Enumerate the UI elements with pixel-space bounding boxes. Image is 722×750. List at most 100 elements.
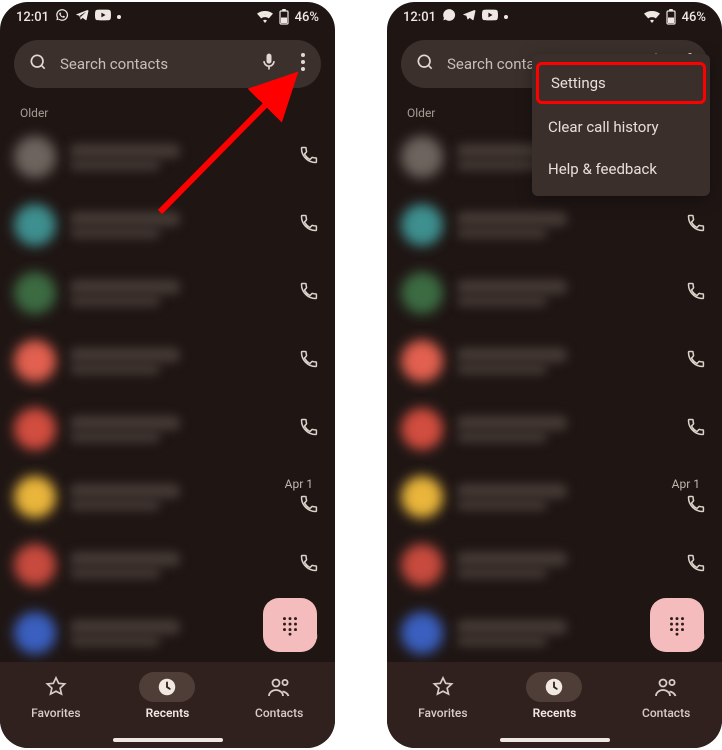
call-meta <box>70 552 279 578</box>
call-row[interactable] <box>395 260 714 326</box>
phone-icon[interactable] <box>686 349 706 373</box>
nav-contacts[interactable]: Contacts <box>234 672 324 720</box>
call-row[interactable] <box>395 192 714 258</box>
phone-screenshot-right: 12:01 46% Search contacts Older Apr 1 Se… <box>387 2 722 748</box>
phone-icon[interactable] <box>686 281 706 305</box>
youtube-icon <box>482 9 498 25</box>
whatsapp-icon <box>55 8 69 26</box>
contact-avatar <box>14 204 56 246</box>
bottom-nav: Favorites Recents Contacts <box>387 662 722 748</box>
dot-icon <box>504 15 508 19</box>
call-meta <box>70 620 279 646</box>
phone-icon[interactable] <box>686 553 706 577</box>
contact-avatar <box>14 612 56 654</box>
contact-avatar <box>401 340 443 382</box>
call-row[interactable] <box>8 396 327 462</box>
nav-favorites[interactable]: Favorites <box>398 672 488 720</box>
section-older: Older <box>0 98 335 124</box>
phone-icon[interactable] <box>299 494 319 518</box>
dialpad-fab[interactable] <box>650 598 704 652</box>
call-date: Apr 1 <box>285 477 313 491</box>
contact-avatar <box>401 476 443 518</box>
nav-recents[interactable]: Recents <box>509 672 599 720</box>
phone-icon[interactable] <box>299 213 319 237</box>
phone-icon[interactable] <box>686 417 706 441</box>
wifi-icon <box>644 11 660 23</box>
call-meta <box>70 348 279 374</box>
bottom-nav: Favorites Recents Contacts <box>0 662 335 748</box>
whatsapp-icon <box>442 8 456 26</box>
contact-avatar <box>401 408 443 450</box>
call-row[interactable] <box>8 532 327 598</box>
call-row[interactable] <box>395 396 714 462</box>
status-time: 12:01 <box>403 10 436 25</box>
youtube-icon <box>95 9 111 25</box>
battery-percent: 46% <box>682 10 706 25</box>
contact-avatar <box>14 544 56 586</box>
call-meta <box>70 484 279 510</box>
phone-icon[interactable] <box>299 349 319 373</box>
call-row[interactable]: Apr 1 <box>8 464 327 530</box>
call-meta <box>70 212 279 238</box>
contact-avatar <box>14 340 56 382</box>
phone-icon[interactable] <box>686 213 706 237</box>
call-date: Apr 1 <box>672 477 700 491</box>
contact-avatar <box>14 408 56 450</box>
mic-icon[interactable] <box>259 52 279 76</box>
dialpad-fab[interactable] <box>263 598 317 652</box>
menu-clear-history[interactable]: Clear call history <box>532 106 710 148</box>
call-meta <box>70 416 279 442</box>
call-row[interactable] <box>395 532 714 598</box>
call-meta <box>457 348 666 374</box>
search-placeholder: Search contacts <box>60 55 247 73</box>
telegram-icon <box>462 8 476 26</box>
phone-icon[interactable] <box>299 553 319 577</box>
contact-avatar <box>401 544 443 586</box>
search-bar[interactable]: Search contacts <box>14 40 321 88</box>
phone-icon[interactable] <box>299 417 319 441</box>
call-list[interactable]: Apr 1 <box>0 124 335 666</box>
more-icon[interactable] <box>291 43 315 85</box>
call-list[interactable]: Apr 1 <box>387 124 722 666</box>
nav-contacts[interactable]: Contacts <box>621 672 711 720</box>
status-bar: 12:01 46% <box>387 2 722 28</box>
search-icon <box>28 52 48 76</box>
call-meta <box>70 280 279 306</box>
wifi-icon <box>257 11 273 23</box>
battery-icon <box>279 9 289 25</box>
call-meta <box>457 552 666 578</box>
overflow-menu: Settings Clear call history Help & feedb… <box>532 54 710 196</box>
phone-icon[interactable] <box>299 145 319 169</box>
call-meta <box>70 144 279 170</box>
call-meta <box>457 484 666 510</box>
dot-icon <box>117 15 121 19</box>
home-indicator[interactable] <box>113 738 223 742</box>
call-row[interactable] <box>395 328 714 394</box>
menu-help-feedback[interactable]: Help & feedback <box>532 148 710 190</box>
menu-settings[interactable]: Settings <box>536 62 706 104</box>
phone-screenshot-left: 12:01 46% Search contacts <box>0 2 335 748</box>
search-icon <box>415 52 435 76</box>
home-indicator[interactable] <box>500 738 610 742</box>
call-row[interactable] <box>8 328 327 394</box>
call-row[interactable]: Apr 1 <box>395 464 714 530</box>
contact-avatar <box>401 204 443 246</box>
contact-avatar <box>14 272 56 314</box>
call-meta <box>457 212 666 238</box>
phone-icon[interactable] <box>299 281 319 305</box>
contact-avatar <box>14 136 56 178</box>
contact-avatar <box>401 272 443 314</box>
call-row[interactable] <box>8 260 327 326</box>
nav-favorites[interactable]: Favorites <box>11 672 101 720</box>
call-meta <box>457 280 666 306</box>
call-meta <box>457 620 666 646</box>
phone-icon[interactable] <box>686 494 706 518</box>
call-meta <box>457 416 666 442</box>
battery-icon <box>666 9 676 25</box>
call-row[interactable] <box>8 124 327 190</box>
nav-recents[interactable]: Recents <box>122 672 212 720</box>
telegram-icon <box>75 8 89 26</box>
call-row[interactable] <box>8 192 327 258</box>
status-bar: 12:01 46% <box>0 2 335 28</box>
contact-avatar <box>14 476 56 518</box>
